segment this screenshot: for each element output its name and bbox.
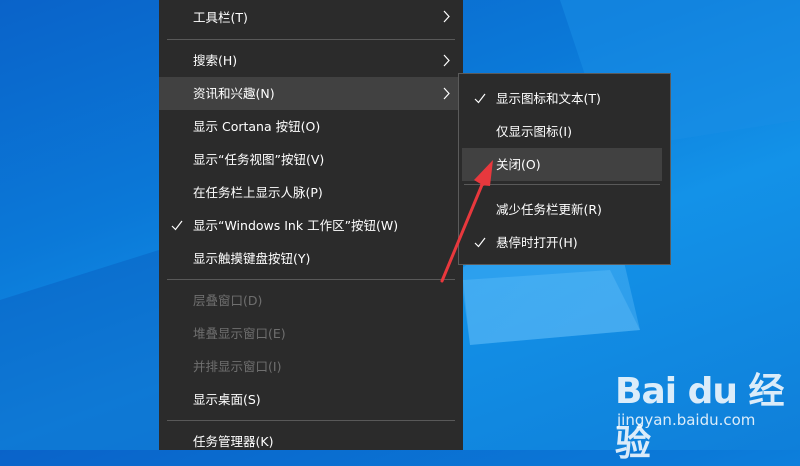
- menu-separator: [464, 184, 660, 185]
- menu-item-show-task-view[interactable]: 显示“任务视图”按钮(V): [159, 143, 463, 176]
- menu-item-label: 在任务栏上显示人脉(P): [193, 185, 323, 200]
- menu-item-stack-windows: 堆叠显示窗口(E): [159, 317, 463, 350]
- menu-item-cascade-windows: 层叠窗口(D): [159, 284, 463, 317]
- menu-item-side-by-side-windows: 并排显示窗口(I): [159, 350, 463, 383]
- submenu-item-label: 显示图标和文本(T): [496, 91, 601, 106]
- menu-item-news-and-interests[interactable]: 资讯和兴趣(N): [159, 77, 463, 110]
- chevron-right-icon: [443, 10, 450, 23]
- submenu-item-label: 关闭(O): [496, 157, 541, 172]
- checkmark-icon: [171, 220, 183, 231]
- checkmark-icon: [474, 237, 486, 248]
- submenu-item-label: 仅显示图标(I): [496, 124, 572, 139]
- menu-item-label: 堆叠显示窗口(E): [193, 326, 286, 341]
- menu-item-show-desktop[interactable]: 显示桌面(S): [159, 383, 463, 416]
- menu-item-label: 资讯和兴趣(N): [193, 86, 275, 101]
- menu-item-search[interactable]: 搜索(H): [159, 44, 463, 77]
- watermark-url: jingyan.baidu.com: [617, 411, 756, 429]
- submenu-item-show-icon-and-text[interactable]: 显示图标和文本(T): [462, 82, 662, 115]
- menu-item-label: 工具栏(T): [193, 10, 248, 25]
- menu-item-show-people[interactable]: 在任务栏上显示人脉(P): [159, 176, 463, 209]
- submenu-item-turn-off[interactable]: 关闭(O): [462, 148, 662, 181]
- menu-item-task-manager[interactable]: 任务管理器(K): [159, 425, 463, 458]
- news-and-interests-submenu: 显示图标和文本(T) 仅显示图标(I) 关闭(O) 减少任务栏更新(R) 悬停时…: [458, 73, 671, 265]
- submenu-item-show-icon-only[interactable]: 仅显示图标(I): [462, 115, 662, 148]
- menu-item-label: 显示 Cortana 按钮(O): [193, 119, 321, 134]
- submenu-item-open-on-hover[interactable]: 悬停时打开(H): [462, 226, 662, 259]
- taskbar-context-menu: 工具栏(T) 搜索(H) 资讯和兴趣(N) 显示 Cortana 按钮(O) 显…: [159, 0, 463, 450]
- menu-item-label: 任务管理器(K): [193, 434, 274, 449]
- submenu-item-label: 悬停时打开(H): [496, 235, 578, 250]
- menu-separator: [167, 39, 455, 40]
- checkmark-icon: [474, 93, 486, 104]
- submenu-item-reduce-taskbar-updates[interactable]: 减少任务栏更新(R): [462, 193, 662, 226]
- menu-item-label: 并排显示窗口(I): [193, 359, 282, 374]
- menu-item-label: 显示“任务视图”按钮(V): [193, 152, 325, 167]
- chevron-right-icon: [443, 87, 450, 100]
- menu-item-label: 显示触摸键盘按钮(Y): [193, 251, 311, 266]
- menu-item-show-cortana[interactable]: 显示 Cortana 按钮(O): [159, 110, 463, 143]
- submenu-item-label: 减少任务栏更新(R): [496, 202, 602, 217]
- menu-separator: [167, 279, 455, 280]
- menu-item-show-windows-ink[interactable]: 显示“Windows Ink 工作区”按钮(W): [159, 209, 463, 242]
- menu-item-label: 显示桌面(S): [193, 392, 261, 407]
- baidu-jingyan-watermark: Bai du 经验 jingyan.baidu.com: [615, 362, 795, 464]
- menu-item-toolbars[interactable]: 工具栏(T): [159, 0, 463, 35]
- menu-separator: [167, 420, 455, 421]
- menu-item-label: 层叠窗口(D): [193, 293, 263, 308]
- chevron-right-icon: [443, 54, 450, 67]
- menu-item-label: 搜索(H): [193, 53, 238, 68]
- menu-item-label: 显示“Windows Ink 工作区”按钮(W): [193, 218, 399, 233]
- menu-item-show-touch-keyboard[interactable]: 显示触摸键盘按钮(Y): [159, 242, 463, 275]
